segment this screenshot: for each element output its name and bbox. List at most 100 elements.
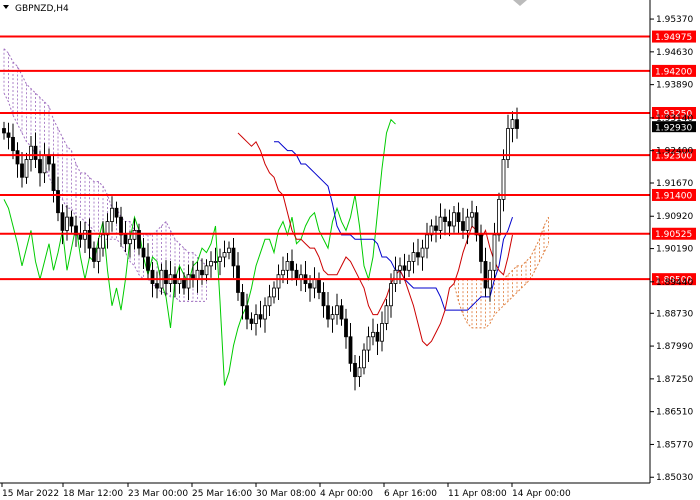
candle-body xyxy=(47,154,51,165)
candle-body xyxy=(69,216,74,227)
candle-body xyxy=(249,318,254,324)
candle-body xyxy=(56,190,60,214)
candle-body xyxy=(362,349,366,369)
candle-body xyxy=(290,261,294,271)
price-tick-label: 1.90190 xyxy=(656,245,693,255)
candle-body xyxy=(11,136,15,152)
candle-body xyxy=(2,128,6,134)
ichimoku-cloud xyxy=(3,48,549,329)
candle-body xyxy=(452,212,456,227)
price-tick-label: 1.92400 xyxy=(656,147,693,157)
candle-body xyxy=(155,283,159,289)
candle-body xyxy=(308,283,312,289)
candle-body xyxy=(416,252,420,258)
candle-body xyxy=(227,247,231,253)
candle-body xyxy=(24,159,29,178)
candle-body xyxy=(371,331,375,338)
candle-body xyxy=(222,252,227,258)
candle-body xyxy=(267,296,272,307)
time-tick-label: 6 Apr 16:00 xyxy=(384,489,437,499)
candle-body xyxy=(182,278,186,289)
candle-body xyxy=(326,305,330,320)
candle-body xyxy=(330,314,335,320)
time-tick-label: 14 Apr 00:00 xyxy=(512,489,571,499)
candle-body xyxy=(393,269,398,284)
symbol-label: GBPNZD,H4 xyxy=(15,4,69,14)
time-tick-label: 4 Apr 00:00 xyxy=(320,489,373,499)
candle-body xyxy=(443,216,447,222)
candle-body xyxy=(389,283,393,307)
price-tick-label: 1.89440 xyxy=(656,278,693,288)
candle-body xyxy=(254,314,258,324)
time-tick-label: 11 Apr 08:00 xyxy=(448,489,507,499)
candle-body xyxy=(339,305,344,320)
candle-body xyxy=(434,225,438,231)
candle-body xyxy=(33,145,38,160)
candle-body xyxy=(186,274,191,289)
level-label: 1.90525 xyxy=(655,230,692,240)
candle-body xyxy=(384,305,389,324)
candle-body xyxy=(402,265,407,271)
candle-body xyxy=(96,247,101,262)
candle-body xyxy=(479,234,483,262)
candle-body xyxy=(245,305,249,320)
current-price-label: 1.92930 xyxy=(655,124,692,134)
candle-body xyxy=(29,145,33,160)
candle-body xyxy=(456,212,461,222)
chart-window[interactable]: 1.94975 1.94200 1.93250 1.92300 1.91400 1.905… xyxy=(0,0,700,500)
candle-body xyxy=(272,287,276,298)
candle-body xyxy=(195,269,200,280)
candle-body xyxy=(294,269,299,280)
candle-body xyxy=(60,212,65,231)
symbol-header[interactable]: GBPNZD,H4 xyxy=(3,4,69,14)
candle-body xyxy=(276,274,281,289)
candle-body xyxy=(38,159,42,174)
time-tick-label: 23 Mar 00:00 xyxy=(128,489,188,499)
price-tick-label: 1.90920 xyxy=(656,212,693,222)
candle-body xyxy=(348,336,353,364)
candle-body xyxy=(15,150,20,165)
price-tick-label: 1.85770 xyxy=(656,440,693,450)
price-tick-label: 1.94630 xyxy=(656,48,693,58)
time-tick-label: 30 Mar 08:00 xyxy=(256,489,316,499)
scroll-marker-icon[interactable] xyxy=(513,0,527,6)
candle-body xyxy=(501,159,506,200)
candle-body xyxy=(200,269,204,276)
price-axis: 1.953701.946301.938901.931401.924001.916… xyxy=(650,15,693,483)
cloud-bear-segment-lower-edge xyxy=(3,92,207,302)
candle-body xyxy=(380,323,384,342)
candle-body xyxy=(6,132,11,138)
candle-body xyxy=(398,265,402,271)
candle-body xyxy=(78,234,83,240)
candle-body xyxy=(110,207,114,222)
dropdown-triangle-icon[interactable] xyxy=(3,5,9,9)
price-chart[interactable]: 1.949751.942001.932501.923001.914001.905… xyxy=(0,0,700,500)
candle-body xyxy=(317,278,321,293)
candle-body xyxy=(101,234,105,249)
candle-body xyxy=(470,212,474,218)
candle-body xyxy=(357,367,362,378)
candle-body xyxy=(204,265,209,276)
level-label: 1.94200 xyxy=(655,67,692,77)
candle-body xyxy=(438,216,443,231)
price-tick-label: 1.85030 xyxy=(656,473,693,483)
candle-body xyxy=(213,261,218,263)
candle-body xyxy=(65,216,69,231)
candle-body xyxy=(474,212,479,236)
candle-body xyxy=(20,163,24,178)
candle-body xyxy=(285,261,290,271)
candle-body xyxy=(92,247,96,262)
candle-body xyxy=(366,336,371,351)
candle-body xyxy=(483,261,488,289)
level-label: 1.94975 xyxy=(655,33,692,43)
candle-body xyxy=(492,234,497,271)
candle-body xyxy=(335,305,339,316)
candle-body xyxy=(420,247,425,258)
candle-body xyxy=(353,362,357,378)
candle-body xyxy=(281,269,285,276)
time-tick-label: 18 Mar 12:00 xyxy=(63,489,123,499)
candle-body xyxy=(321,292,326,307)
price-tick-label: 1.87990 xyxy=(656,342,693,352)
price-tick-label: 1.91670 xyxy=(656,179,693,189)
chikou-span xyxy=(3,118,396,386)
